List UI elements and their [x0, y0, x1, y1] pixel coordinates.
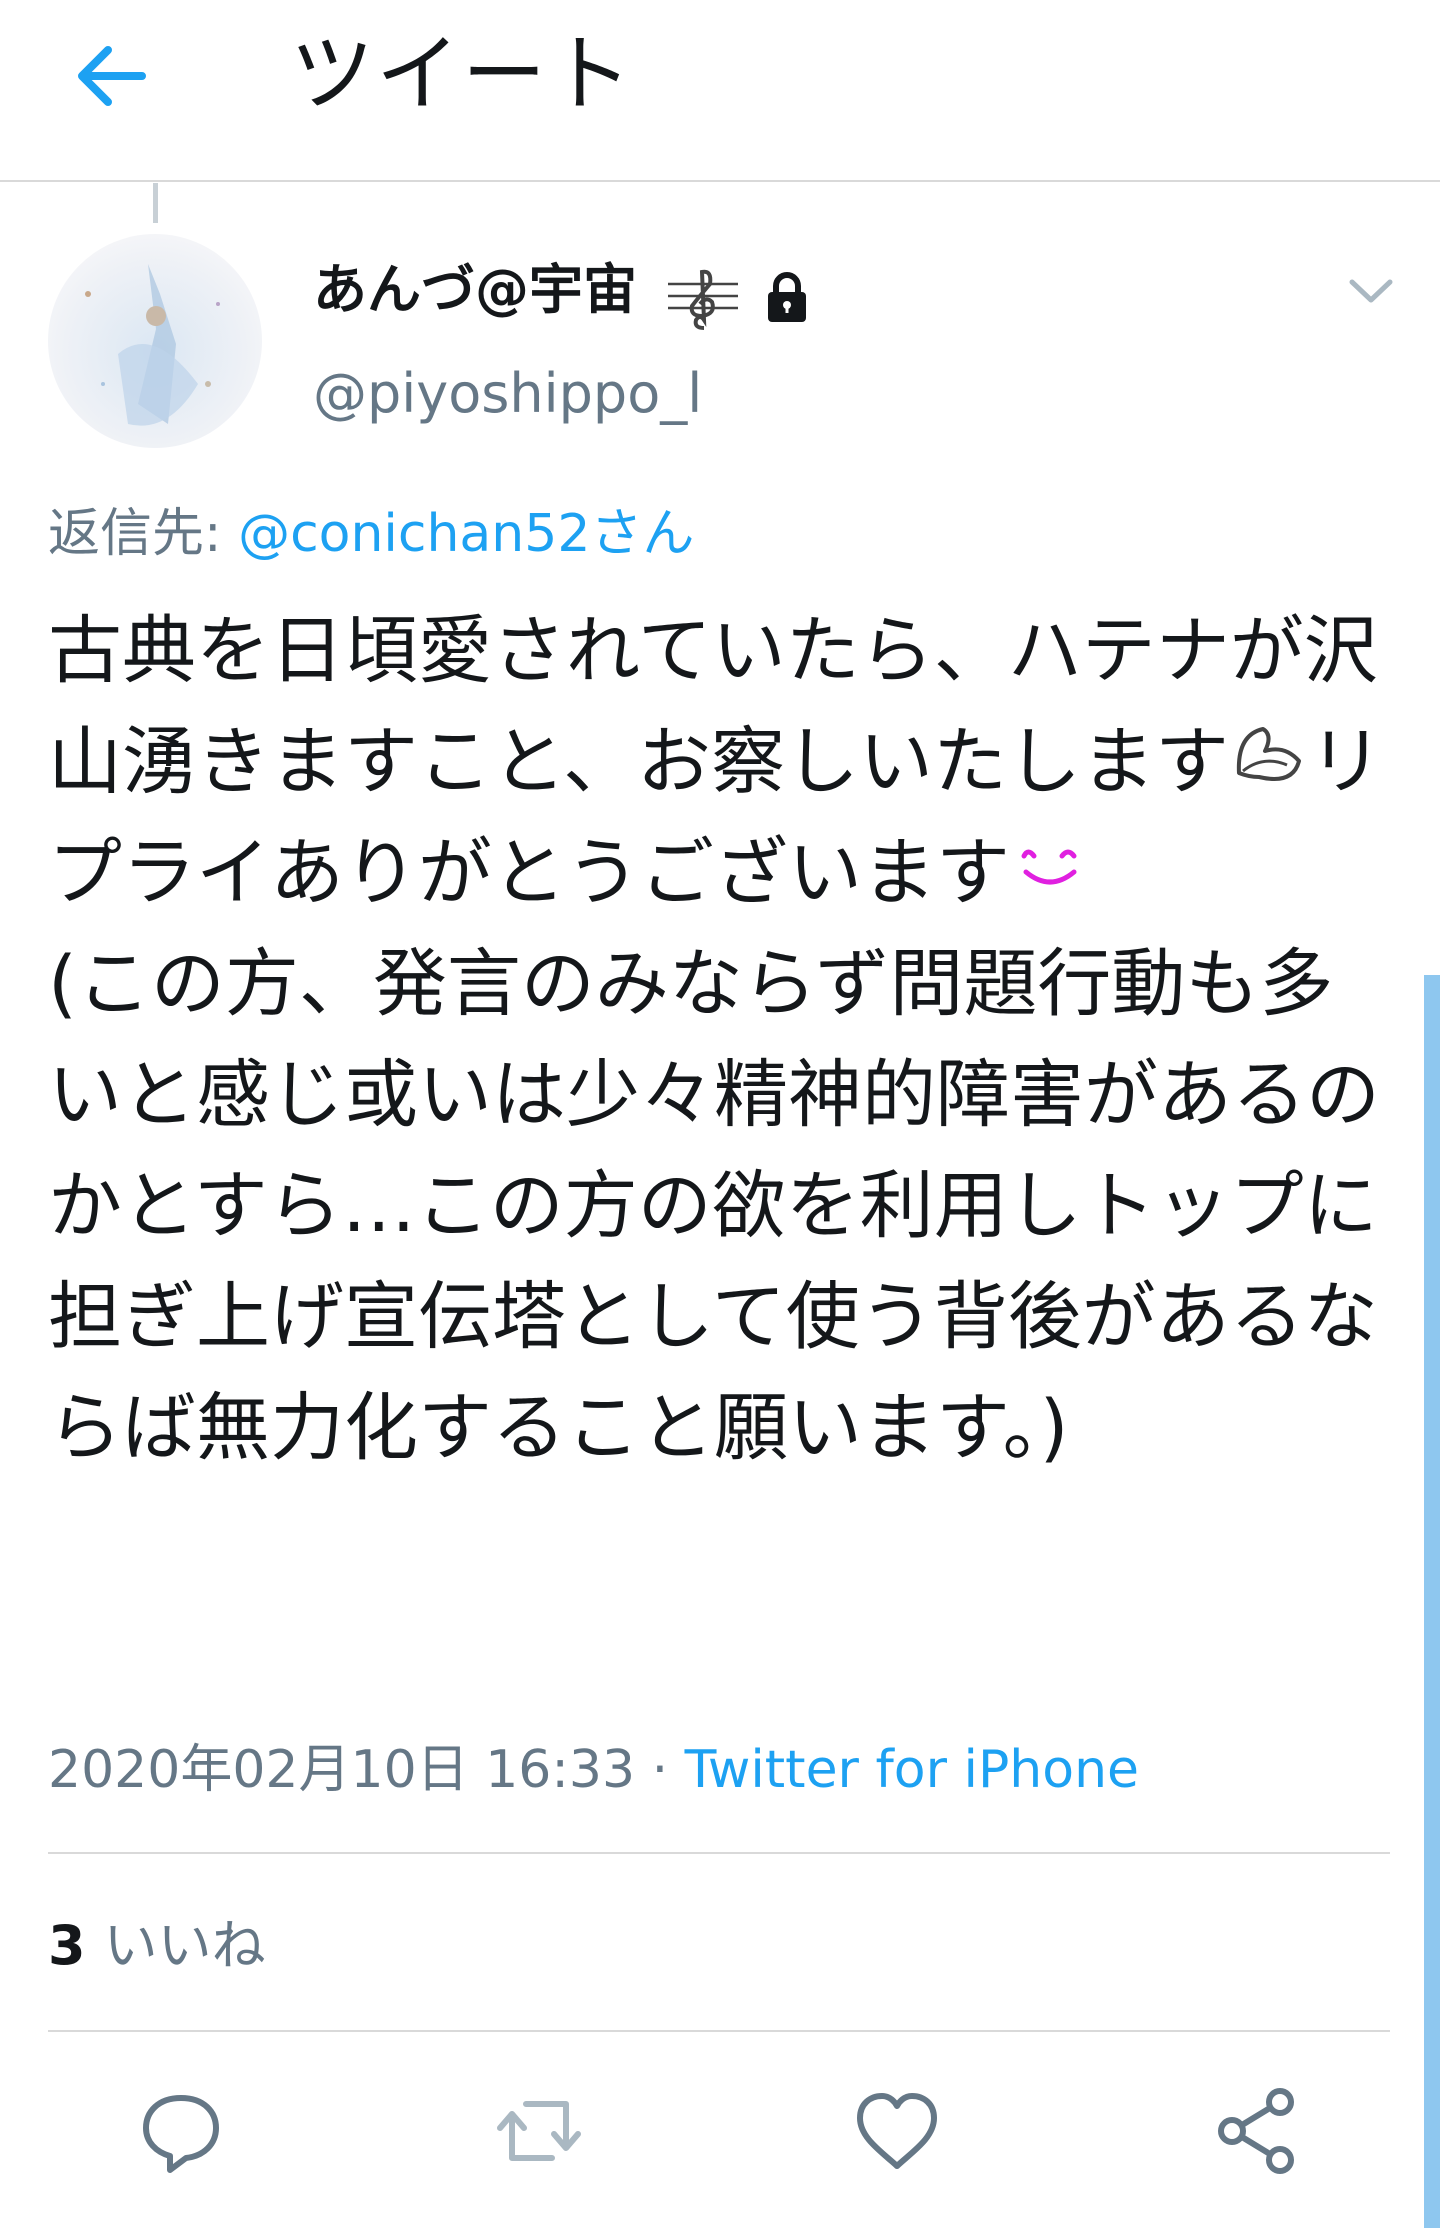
- source-link[interactable]: Twitter for iPhone: [685, 1740, 1139, 1800]
- replying-to-label: 返信先:: [48, 504, 239, 564]
- avatar[interactable]: [48, 234, 262, 448]
- divider: [48, 2030, 1390, 2032]
- page-title: ツイート: [290, 25, 635, 123]
- smile-emoji-icon: [1021, 849, 1077, 885]
- avatar-image: [48, 234, 262, 448]
- tweet-text-part1: 古典を日頃愛されていたら、ハテナが沢山湧きますこと、お察しいたします: [48, 608, 1378, 805]
- tweet-text-part3: (この方、発言のみならず問題行動も多いと感じ或いは少々精神的障害があるのかとすら…: [48, 941, 1380, 1471]
- retweet-icon[interactable]: [494, 2086, 584, 2176]
- divider: [48, 1852, 1390, 1854]
- likes-count: 3: [48, 1914, 86, 1977]
- top-bar: ツイート: [0, 0, 1440, 182]
- like-icon[interactable]: [852, 2086, 942, 2176]
- likes-stat[interactable]: 3 いいね: [48, 1908, 266, 1984]
- display-name[interactable]: あんづ@宇宙: [313, 252, 637, 328]
- timestamp[interactable]: 2020年02月10日 16:33: [48, 1740, 635, 1800]
- scrollbar[interactable]: [1424, 975, 1440, 2228]
- likes-label: いいね: [103, 1914, 266, 1977]
- thread-connector: [153, 183, 158, 223]
- back-arrow-icon[interactable]: [72, 36, 152, 116]
- tweet-text: 古典を日頃愛されていたら、ハテナが沢山湧きますこと、お察しいたします リプライあり…: [48, 596, 1388, 1484]
- meta-separator: ·: [635, 1740, 685, 1800]
- treble-clef-icon: [668, 269, 738, 330]
- reply-icon[interactable]: [136, 2086, 226, 2176]
- reply-mention-link[interactable]: @conichan52さん: [238, 504, 694, 564]
- lock-icon: [768, 272, 806, 322]
- replying-to: 返信先: @conichan52さん: [48, 496, 694, 572]
- tweet-meta: 2020年02月10日 16:33 · Twitter for iPhone: [48, 1732, 1139, 1808]
- leaf-emoji-icon: [1236, 727, 1302, 781]
- chevron-down-icon[interactable]: [1346, 272, 1396, 312]
- user-handle[interactable]: @piyoshippo_l: [313, 356, 702, 432]
- share-icon[interactable]: [1212, 2086, 1302, 2176]
